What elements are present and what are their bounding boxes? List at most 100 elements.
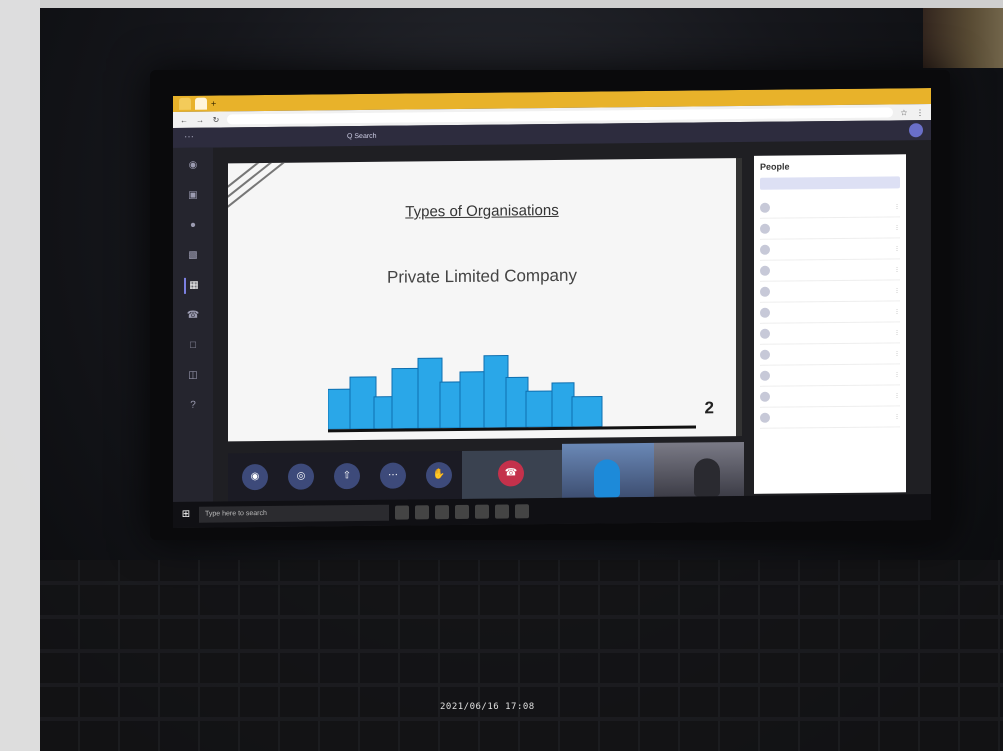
avatar	[760, 370, 770, 381]
participant-name	[776, 206, 888, 207]
chat-icon[interactable]: ▣	[185, 188, 201, 204]
file-explorer-icon[interactable]	[415, 505, 429, 520]
avatar[interactable]	[909, 123, 923, 138]
people-panel: People ⋮ ⋮ ⋮ ⋮ ⋮ ⋮ ⋮ ⋮ ⋮ ⋮ ⋮	[754, 154, 906, 494]
help-icon[interactable]: ?	[185, 398, 201, 414]
more-options-icon[interactable]: ⋮	[894, 266, 900, 273]
mic-toggle-button[interactable]: ◎	[288, 463, 314, 490]
app-grid-icon[interactable]: ⋯	[181, 130, 197, 146]
assignments-icon[interactable]: ▩	[185, 248, 201, 264]
more-options-icon[interactable]: ⋮	[894, 413, 900, 420]
participant-row[interactable]: ⋮	[760, 343, 900, 366]
participant-name	[776, 248, 888, 249]
chrome-icon[interactable]	[495, 504, 509, 519]
camera-toggle-button[interactable]: ◉	[242, 463, 268, 491]
slide-decoration-line	[228, 158, 353, 206]
participant-name	[776, 311, 888, 312]
more-options-icon[interactable]: ⋮	[894, 287, 900, 294]
participant-row[interactable]: ⋮	[760, 406, 900, 429]
photo-top-wall	[40, 0, 1003, 8]
slide-page-number: 2	[704, 398, 714, 418]
city-skyline-illustration	[328, 354, 603, 430]
meeting-controls: ◉ ◎ ⇧ ⋯ ✋	[228, 450, 462, 502]
mail-icon[interactable]	[475, 504, 489, 519]
video-tile[interactable]	[562, 442, 654, 498]
calls-icon[interactable]: ☎	[185, 308, 201, 324]
raise-hand-button[interactable]: ✋	[426, 462, 452, 489]
teams-app-rail: ◉ ▣ ● ▩ ▦ ☎ □ ◫ ?	[173, 147, 213, 502]
windows-start-icon[interactable]: ⊞	[179, 508, 193, 522]
participant-video	[694, 458, 720, 497]
more-options-icon[interactable]: ⋮	[894, 203, 900, 210]
participant-name	[776, 269, 888, 270]
more-options-icon[interactable]: ⋮	[894, 350, 900, 357]
more-options-icon[interactable]: ⋮	[894, 392, 900, 399]
shared-slide: Types of Organisations Private Limited C…	[228, 158, 736, 442]
avatar	[760, 328, 770, 339]
invite-input[interactable]	[760, 176, 900, 190]
avatar	[760, 202, 770, 213]
browser-tab[interactable]	[179, 97, 191, 110]
participant-name	[776, 332, 888, 333]
new-tab-button[interactable]: +	[211, 99, 216, 109]
avatar	[760, 286, 770, 297]
participant-row[interactable]: ⋮	[760, 385, 900, 408]
participant-row[interactable]: ⋮	[760, 364, 900, 387]
laptop-screen: + ← → ↻ ☆ ⋮ ⋯ Q Search ◉ ▣ ● ▩ ▦ ☎ □ ◫ ?…	[173, 88, 931, 528]
photo-background-object	[923, 8, 1003, 68]
people-panel-title: People	[760, 161, 790, 172]
video-tile[interactable]	[654, 441, 744, 497]
participant-row[interactable]: ⋮	[760, 322, 900, 345]
participant-row[interactable]: ⋮	[760, 196, 900, 219]
photo-left-wall	[0, 0, 40, 751]
calendar-icon[interactable]: ▦	[184, 277, 202, 294]
share-invite-link[interactable]	[760, 192, 900, 193]
participant-row[interactable]: ⋮	[760, 280, 900, 303]
teams-taskbar-icon[interactable]	[515, 504, 529, 519]
leave-call-button[interactable]: ☎	[498, 460, 524, 487]
more-options-icon[interactable]: ⋮	[894, 245, 900, 252]
more-options-icon[interactable]: ⋮	[894, 371, 900, 378]
forward-icon[interactable]: →	[195, 115, 205, 124]
apps-icon[interactable]: ◫	[185, 368, 201, 384]
files-icon[interactable]: □	[185, 338, 201, 354]
avatar	[760, 412, 770, 423]
avatar	[760, 391, 770, 402]
avatar	[760, 307, 770, 318]
store-icon[interactable]	[455, 504, 469, 520]
menu-icon[interactable]: ⋮	[915, 108, 925, 117]
activity-icon[interactable]: ◉	[185, 158, 201, 174]
more-actions-button[interactable]: ⋯	[380, 462, 406, 489]
participant-row[interactable]: ⋮	[760, 238, 900, 261]
more-options-icon[interactable]: ⋮	[894, 329, 900, 336]
edge-icon[interactable]	[435, 505, 449, 520]
teams-search-input[interactable]: Q Search	[347, 132, 377, 139]
video-tile[interactable]: ☎	[462, 449, 562, 499]
participant-name	[776, 227, 888, 228]
participant-name	[776, 395, 888, 396]
participant-name	[776, 374, 888, 375]
avatar	[760, 223, 770, 234]
photo-timestamp: 2021/06/16 17:08	[440, 702, 535, 712]
back-icon[interactable]: ←	[179, 115, 189, 124]
taskbar-search-input[interactable]: Type here to search	[199, 504, 389, 523]
browser-tab-active[interactable]	[195, 97, 207, 110]
participant-row[interactable]: ⋮	[760, 217, 900, 240]
slide-title: Types of Organisations	[405, 201, 559, 221]
participant-name	[776, 353, 888, 354]
avatar	[760, 244, 770, 255]
star-icon[interactable]: ☆	[899, 108, 909, 117]
laptop-keyboard	[40, 560, 1003, 751]
task-view-icon[interactable]	[395, 505, 409, 520]
more-options-icon[interactable]: ⋮	[894, 224, 900, 231]
participant-row[interactable]: ⋮	[760, 301, 900, 324]
slide-scrollbar[interactable]	[736, 158, 742, 437]
reload-icon[interactable]: ↻	[211, 115, 221, 124]
more-options-icon[interactable]: ⋮	[894, 308, 900, 315]
participant-row[interactable]: ⋮	[760, 259, 900, 282]
participant-video	[594, 459, 620, 498]
participant-name	[776, 416, 888, 417]
share-screen-button[interactable]: ⇧	[334, 463, 360, 490]
teams-icon[interactable]: ●	[185, 218, 201, 234]
avatar	[760, 265, 770, 276]
